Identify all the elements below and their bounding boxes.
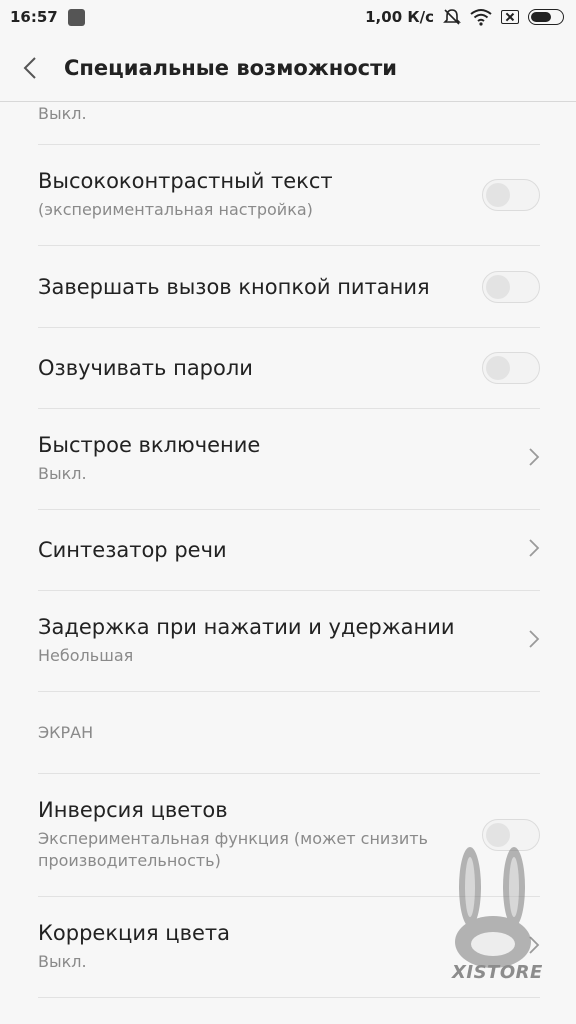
page-title: Специальные возможности — [64, 55, 398, 80]
wifi-icon — [470, 9, 492, 26]
row-title: Синтезатор речи — [38, 538, 227, 562]
row-subtitle: (экспериментальная настройка) — [38, 199, 313, 219]
toggle-knob — [486, 274, 510, 299]
chevron-right-icon — [528, 538, 540, 562]
network-speed: 1,00 К/с — [365, 8, 434, 26]
watermark-text: XISTORE — [452, 962, 543, 983]
settings-screen: 16:57 1,00 К/с Специальные возможности В… — [0, 0, 576, 1024]
row-quick-enable[interactable]: Быстрое включение Выкл. — [38, 409, 540, 510]
app-header: Специальные возможности — [0, 34, 576, 102]
row-subtitle: Выкл. — [38, 951, 87, 971]
silent-icon — [443, 9, 461, 25]
row-text: Синтезатор речи — [38, 538, 227, 562]
row-text: Озвучивать пароли — [38, 356, 253, 380]
status-bar: 16:57 1,00 К/с — [0, 0, 576, 34]
row-text: Высококонтрастный текст (экспериментальн… — [38, 169, 333, 221]
chevron-right-icon — [528, 447, 540, 471]
row-title: Инверсия цветов — [38, 797, 228, 822]
row-end-call-power[interactable]: Завершать вызов кнопкой питания — [38, 246, 540, 328]
partial-row-subtitle: Выкл. — [38, 104, 87, 123]
row-tts[interactable]: Синтезатор речи — [38, 510, 540, 591]
row-title: Озвучивать пароли — [38, 356, 253, 380]
row-text: Завершать вызов кнопкой питания — [38, 275, 430, 299]
battery-icon — [528, 9, 564, 25]
end-call-power-toggle[interactable] — [482, 270, 540, 303]
row-text: Задержка при нажатии и удержании Небольш… — [38, 615, 455, 667]
row-high-contrast-text[interactable]: Высококонтрастный текст (экспериментальн… — [38, 145, 540, 246]
row-title: Завершать вызов кнопкой питания — [38, 274, 430, 299]
status-left: 16:57 — [10, 8, 85, 26]
row-title: Задержка при нажатии и удержании — [38, 614, 455, 639]
row-touch-hold-delay[interactable]: Задержка при нажатии и удержании Небольш… — [38, 591, 540, 692]
chevron-left-icon — [23, 56, 36, 79]
row-title: Быстрое включение — [38, 432, 261, 457]
row-speak-passwords[interactable]: Озвучивать пароли — [38, 328, 540, 409]
partial-row[interactable]: Выкл. — [38, 103, 540, 145]
row-title: Коррекция цвета — [38, 920, 230, 945]
back-button[interactable] — [0, 34, 60, 102]
sim-icon — [501, 10, 519, 24]
app-icon — [67, 8, 85, 26]
chevron-right-icon — [528, 629, 540, 653]
toggle-knob — [486, 183, 510, 207]
high-contrast-toggle[interactable] — [482, 179, 540, 211]
row-text: Коррекция цвета Выкл. — [38, 921, 230, 973]
row-text: Быстрое включение Выкл. — [38, 433, 260, 485]
row-text: Инверсия цветов Экспериментальная функци… — [38, 798, 468, 873]
row-subtitle: Небольшая — [38, 645, 134, 665]
row-subtitle: Выкл. — [38, 463, 87, 483]
section-label-screen: ЭКРАН — [38, 692, 540, 774]
speak-passwords-toggle[interactable] — [482, 352, 540, 384]
row-subtitle: Экспериментальная функция (может снизить… — [38, 828, 428, 870]
row-title: Высококонтрастный текст — [38, 168, 333, 193]
toggle-knob — [486, 356, 510, 380]
status-right: 1,00 К/с — [365, 8, 564, 26]
status-time: 16:57 — [10, 8, 58, 26]
